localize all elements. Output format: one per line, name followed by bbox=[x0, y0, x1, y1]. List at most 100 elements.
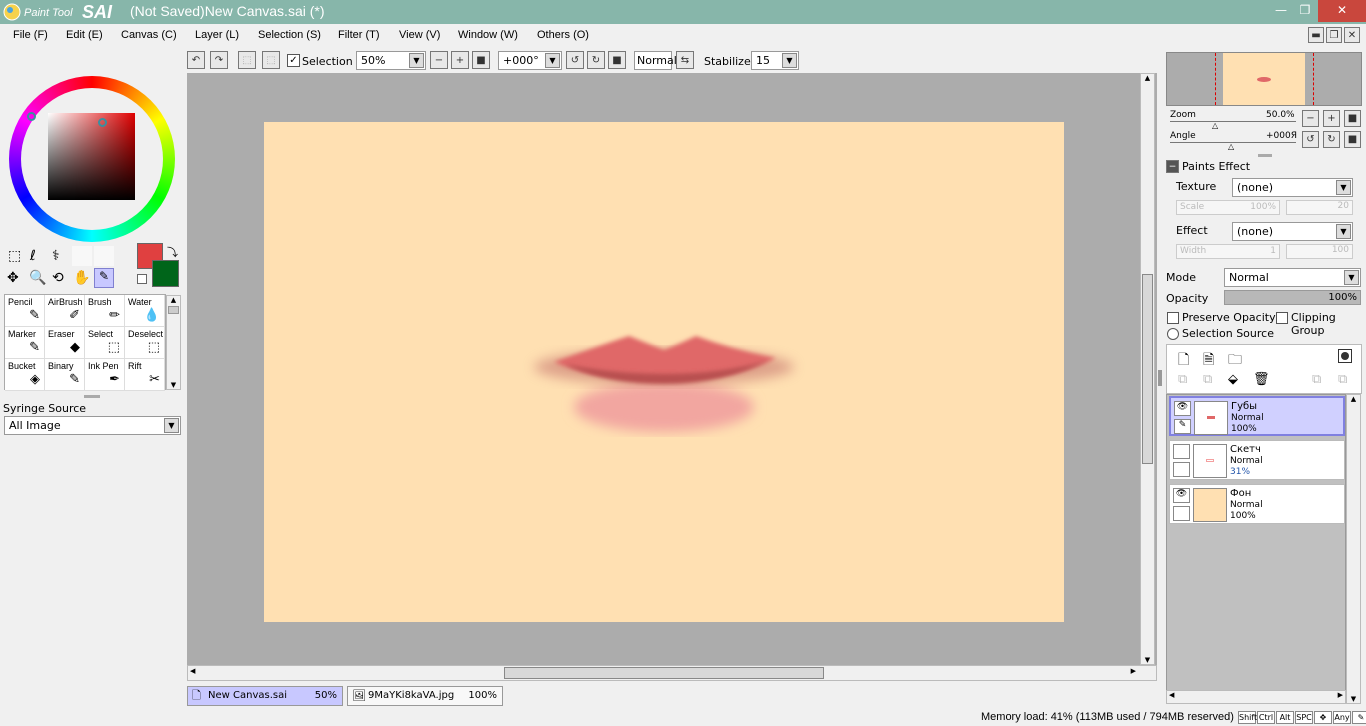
scroll-up-icon[interactable]: ▲ bbox=[1141, 74, 1154, 82]
tool-eraser[interactable]: Eraser ◆ bbox=[45, 327, 85, 359]
nav-zoom-reset-icon[interactable]: ■ bbox=[1344, 110, 1361, 127]
scroll-thumb[interactable] bbox=[168, 306, 179, 314]
menu-view[interactable]: View (V) bbox=[399, 29, 440, 41]
scroll-right-icon[interactable]: ▶ bbox=[1338, 691, 1343, 699]
pen-icon[interactable] bbox=[1173, 462, 1190, 477]
zoom-slider[interactable] bbox=[1170, 121, 1296, 122]
menu-others[interactable]: Others (O) bbox=[537, 29, 589, 41]
scale-field[interactable]: Scale 100% bbox=[1176, 200, 1280, 215]
maximize-button[interactable]: ❐ bbox=[1288, 0, 1322, 22]
scroll-down-icon[interactable]: ▼ bbox=[1141, 656, 1154, 664]
tab-image-file[interactable]: 🖼 9MaYKi8kaVA.jpg 100% bbox=[347, 686, 503, 706]
scroll-down-icon[interactable]: ▼ bbox=[167, 381, 180, 389]
tool-binary[interactable]: Binary ✎ bbox=[45, 359, 85, 391]
saturation-value-square[interactable] bbox=[48, 113, 135, 200]
panel-splitter[interactable] bbox=[84, 395, 100, 398]
zoom-out-icon[interactable]: − bbox=[430, 51, 448, 69]
scroll-left-icon[interactable]: ◀ bbox=[1169, 691, 1174, 699]
new-linework-layer-icon[interactable]: 🗎 bbox=[1203, 349, 1214, 373]
eye-icon[interactable]: 👁 bbox=[1173, 488, 1190, 503]
scroll-thumb[interactable] bbox=[504, 667, 824, 679]
doc-maximize-button[interactable]: ❐ bbox=[1326, 27, 1342, 43]
rect-select-icon[interactable]: ⬚ bbox=[8, 248, 21, 264]
preserve-opacity-checkbox[interactable] bbox=[1167, 312, 1179, 324]
tab-new-canvas[interactable]: 🗋 New Canvas.sai 50% bbox=[187, 686, 343, 706]
tool-water[interactable]: Water 💧 bbox=[125, 295, 165, 327]
menu-window[interactable]: Window (W) bbox=[458, 29, 518, 41]
zoom-dropdown[interactable]: 50% ▼ bbox=[356, 51, 426, 70]
texture-dropdown[interactable]: (none) ▼ bbox=[1232, 178, 1353, 197]
transfer-down-icon[interactable]: ⧉ bbox=[1178, 372, 1187, 387]
scroll-right-icon[interactable]: ▶ bbox=[1131, 667, 1136, 675]
trash-icon[interactable]: 🗑 bbox=[1253, 372, 1270, 387]
pen-icon[interactable]: ✎ bbox=[1174, 419, 1191, 434]
doc-close-button[interactable]: ✕ bbox=[1344, 27, 1360, 43]
deselect-icon[interactable]: ⬚ bbox=[238, 51, 256, 69]
rotate-reset-icon[interactable]: ■ bbox=[608, 51, 626, 69]
scroll-down-icon[interactable]: ▼ bbox=[1347, 695, 1360, 703]
zoom-slider-handle[interactable]: △ bbox=[1212, 121, 1218, 130]
sv-picker-handle[interactable] bbox=[98, 118, 107, 127]
selection-source-checkbox[interactable] bbox=[1167, 328, 1179, 340]
copy-layer-icon[interactable]: ⧉ bbox=[1312, 372, 1321, 387]
stabilizer-dropdown[interactable]: 15 ▼ bbox=[751, 51, 799, 70]
layer-list-scrollbar[interactable]: ▲ ▼ bbox=[1346, 394, 1361, 704]
swap-colors-icon[interactable]: ⤵ bbox=[167, 244, 178, 260]
rotate-right-icon[interactable]: ↻ bbox=[587, 51, 605, 69]
layer-list-hscrollbar[interactable]: ◀ ▶ bbox=[1166, 690, 1346, 704]
zoom-reset-icon[interactable]: ■ bbox=[472, 51, 490, 69]
nav-rotate-reset-icon[interactable]: ■ bbox=[1344, 131, 1361, 148]
secondary-color-swatch[interactable] bbox=[152, 260, 179, 287]
new-folder-icon[interactable]: 🗀 bbox=[1228, 349, 1242, 373]
transparent-color-icon[interactable] bbox=[137, 274, 147, 284]
blend-mode-dropdown[interactable]: Normal bbox=[634, 51, 677, 70]
lasso-icon[interactable]: ℓ bbox=[30, 248, 36, 264]
new-layer-icon[interactable]: 🗋 bbox=[1178, 349, 1189, 373]
tool-select[interactable]: Select ⬚ bbox=[85, 327, 125, 359]
merge-down-icon[interactable]: ⧉ bbox=[1203, 372, 1212, 387]
navigator-preview[interactable] bbox=[1166, 52, 1362, 106]
canvas-hscrollbar[interactable]: ◀ ▶ bbox=[187, 665, 1157, 681]
scroll-thumb[interactable] bbox=[1142, 274, 1153, 464]
rotate-left-icon[interactable]: ↺ bbox=[566, 51, 584, 69]
effect-dropdown[interactable]: (none) ▼ bbox=[1232, 222, 1353, 241]
nav-rotate-left-icon[interactable]: ↺ bbox=[1302, 131, 1319, 148]
panel-splitter[interactable] bbox=[1258, 154, 1272, 157]
eye-icon[interactable]: 👁 bbox=[1174, 401, 1191, 416]
opacity-slider[interactable]: 100% bbox=[1224, 290, 1361, 305]
layer-mask-icon[interactable] bbox=[1338, 349, 1352, 363]
selection-checkbox[interactable]: ✓ bbox=[287, 54, 300, 67]
tool-rift[interactable]: Rift ✂ bbox=[125, 359, 165, 391]
angle-dropdown[interactable]: +000° ▼ bbox=[498, 51, 562, 70]
hand-icon[interactable]: ✋ bbox=[73, 270, 90, 286]
tool-marker[interactable]: Marker ✎ bbox=[5, 327, 45, 359]
tool-deselect[interactable]: Deselect ⬚ bbox=[125, 327, 165, 359]
undo-icon[interactable]: ↶ bbox=[187, 51, 205, 69]
close-button[interactable]: ✕ bbox=[1318, 0, 1366, 22]
tool-ink-pen[interactable]: Ink Pen ✒ bbox=[85, 359, 125, 391]
menu-filter[interactable]: Filter (T) bbox=[338, 29, 380, 41]
move-icon[interactable]: ✥ bbox=[7, 270, 19, 286]
scroll-left-icon[interactable]: ◀ bbox=[190, 667, 195, 675]
menu-canvas[interactable]: Canvas (C) bbox=[121, 29, 177, 41]
scale-number-field[interactable]: 20 bbox=[1286, 200, 1353, 215]
width-number-field[interactable]: 100 bbox=[1286, 244, 1353, 259]
clear-layer-icon[interactable]: ⬙ bbox=[1228, 372, 1238, 387]
zoom-in-icon[interactable]: + bbox=[451, 51, 469, 69]
tool-airbrush[interactable]: AirBrush ✐ bbox=[45, 295, 85, 327]
tool-brush[interactable]: Brush ✏ bbox=[85, 295, 125, 327]
menu-edit[interactable]: Edit (E) bbox=[66, 29, 103, 41]
hue-picker-handle[interactable] bbox=[27, 112, 36, 121]
panel-splitter[interactable] bbox=[1158, 370, 1162, 386]
eyedropper-icon[interactable]: ✎ bbox=[94, 268, 114, 288]
paste-layer-icon[interactable]: ⧉ bbox=[1338, 372, 1347, 387]
canvas[interactable] bbox=[264, 122, 1064, 622]
tool-grid-scrollbar[interactable]: ▲ ▼ bbox=[166, 295, 181, 390]
layer-item-sketch[interactable]: Скетч Normal 31% bbox=[1169, 440, 1345, 480]
pen-icon[interactable] bbox=[1173, 506, 1190, 521]
rotate-tool-icon[interactable]: ⟲ bbox=[52, 270, 64, 286]
scroll-up-icon[interactable]: ▲ bbox=[167, 296, 180, 304]
nav-rotate-right-icon[interactable]: ↻ bbox=[1323, 131, 1340, 148]
layer-item-background[interactable]: 👁 Фон Normal 100% bbox=[1169, 484, 1345, 524]
layer-mode-dropdown[interactable]: Normal ▼ bbox=[1224, 268, 1361, 287]
